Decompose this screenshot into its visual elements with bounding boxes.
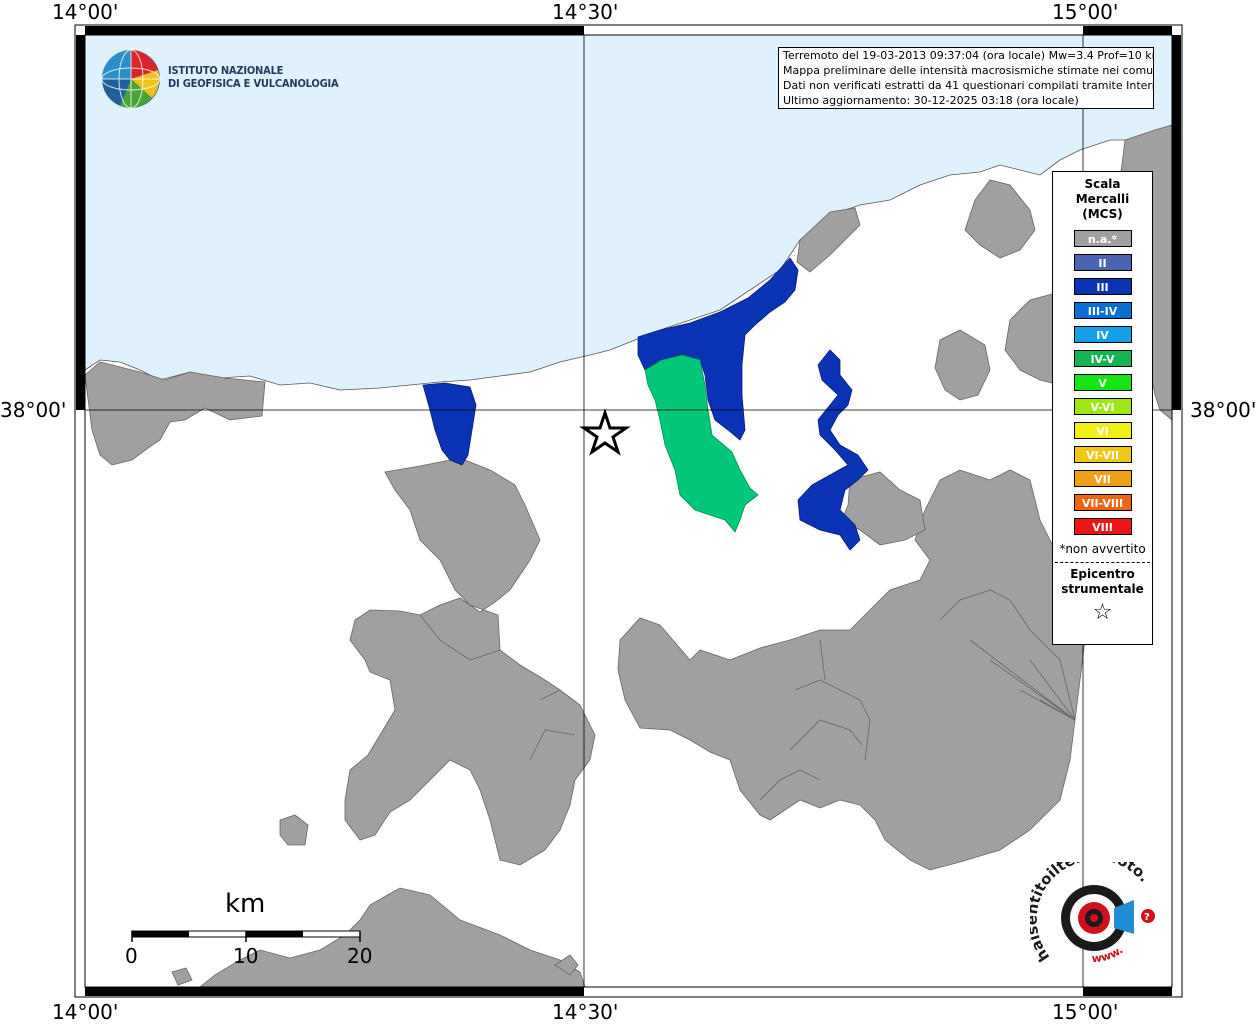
info-line-data: Dati non verificati estratti da 41 quest… [783, 79, 1154, 92]
legend-separator [1055, 562, 1150, 563]
legend-items: n.a.* II III III-IV IV IV-V V V-VI VI VI-VII VII VI… [1053, 230, 1152, 535]
legend-title-line3: (MCS) [1082, 207, 1123, 221]
scale-unit: km [225, 889, 266, 919]
legend-item-vi: VI [1073, 422, 1132, 439]
legend-item-vi-vii: VI-VII [1073, 446, 1132, 463]
svg-text:?: ? [1144, 912, 1150, 923]
legend-epicentre-line2: strumentale [1061, 582, 1144, 596]
legend-item-iv-v: IV-V [1073, 350, 1132, 367]
legend-item-iv: IV [1073, 326, 1132, 343]
legend-epicentre-line1: Epicentro [1070, 567, 1135, 581]
ingv-name: ISTITUTO NAZIONALE DI GEOFISICA E VULCAN… [168, 64, 339, 90]
legend-note: *non avvertito [1059, 542, 1146, 556]
scale-tick-20: 20 [347, 944, 373, 968]
legend-title-line2: Mercalli [1075, 192, 1130, 206]
ingv-globe-icon [101, 49, 161, 109]
ingv-name-line1: ISTITUTO NAZIONALE [168, 64, 284, 77]
legend-title-line1: Scala [1084, 177, 1121, 191]
hsit-target-icon: ? haisentitoilterremoto.it www. [1023, 846, 1155, 965]
legend-item-iii-iv: III-IV [1073, 302, 1132, 319]
info-line-update: Ultimo aggiornamento: 30-12-2025 03:18 (… [783, 94, 1079, 107]
legend-item-vii-viii: VII-VIII [1073, 494, 1132, 511]
legend-item-vii: VII [1073, 470, 1132, 487]
intensity-legend: Scala Mercalli (MCS) n.a.* II III III-IV IV I… [1052, 171, 1153, 645]
legend-epicentre: Epicentro strumentale [1053, 567, 1152, 597]
ingv-logo: ISTITUTO NAZIONALE DI GEOFISICA E VULCAN… [100, 46, 360, 112]
scale-tick-0: 0 [125, 944, 138, 968]
legend-title: Scala Mercalli (MCS) [1053, 177, 1152, 222]
hsit-logo: ? haisentitoilterremoto.it www. [1023, 846, 1160, 982]
legend-item-n-a: n.a.* [1073, 230, 1132, 247]
legend-star-icon: ☆ [1092, 600, 1113, 625]
info-line-map: Mappa preliminare delle intensità macros… [783, 64, 1154, 77]
ingv-name-line2: DI GEOFISICA E VULCANOLOGIA [168, 77, 339, 90]
legend-item-ii: II [1073, 254, 1132, 271]
earthquake-info-box: Terremoto del 19-03-2013 09:37:04 (ora l… [778, 47, 1154, 109]
scale-tick-10: 10 [233, 944, 259, 968]
legend-item-iii: III [1073, 278, 1132, 295]
info-line-event: Terremoto del 19-03-2013 09:37:04 (ora l… [783, 49, 1154, 62]
legend-item-v-vi: V-VI [1073, 398, 1132, 415]
legend-item-v: V [1073, 374, 1132, 391]
legend-item-viii: VIII [1073, 518, 1132, 535]
